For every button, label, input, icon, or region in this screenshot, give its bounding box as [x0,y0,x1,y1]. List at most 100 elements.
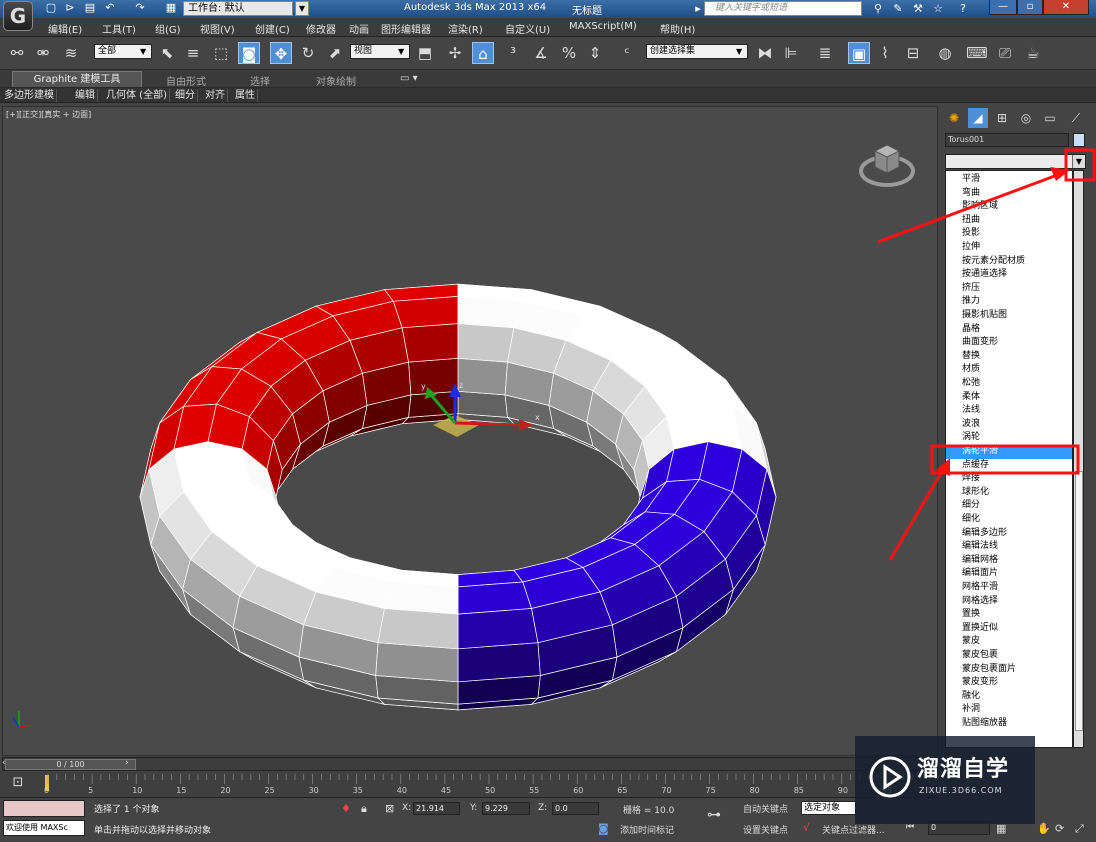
time-slider[interactable]: ‹ 0 / 100 › [2,757,938,771]
modifier-item[interactable]: 晶格 [946,323,1072,337]
modifier-item[interactable]: 按元素分配材质 [946,255,1072,269]
selection-lock-icon[interactable]: 🔒︎ [361,802,367,816]
object-name-field[interactable]: Torus001 [945,133,1069,147]
modifier-item[interactable]: 细化 [946,513,1072,527]
modifier-item[interactable]: 蒙皮包裹 [946,649,1072,663]
modifier-item[interactable]: 网格平滑 [946,581,1072,595]
save-file-icon[interactable]: ▤ [83,1,97,15]
percent-snap-icon[interactable]: % [558,42,580,64]
align-icon[interactable]: ⊫ [780,42,802,64]
keyword-search-input[interactable]: 键入关键字或短语 [704,1,862,16]
modifier-item[interactable]: 蒙皮包裹面片 [946,663,1072,677]
key-filters-button[interactable]: 关键点过滤器... [822,823,885,836]
panel-geometry-all[interactable]: 几何体 (全部) [104,89,170,102]
scrollbar-thumb[interactable] [1075,471,1083,731]
select-and-rotate-icon[interactable]: ↻ [297,42,319,64]
graphite-toggle-icon[interactable]: ▣ [848,42,870,64]
select-and-scale-icon[interactable]: ⬈ [324,42,346,64]
modifier-item[interactable]: 融化 [946,690,1072,704]
menu-create[interactable]: 创建(C) [255,21,290,36]
motion-tab-icon[interactable]: ◎ [1016,108,1036,128]
modifier-item[interactable]: 扭曲 [946,214,1072,228]
welcome-text[interactable]: 欢迎使用 MAXSc [3,820,85,836]
modifier-item[interactable]: 编辑多边形 [946,527,1072,541]
tab-freeform[interactable]: 自由形式 [166,73,206,88]
communication-icon[interactable]: ⚒ [910,1,926,16]
menu-help[interactable]: 帮助(H) [660,21,695,36]
modifier-item[interactable]: 拉伸 [946,241,1072,255]
rendered-frame-icon[interactable]: ⎚ [994,42,1016,64]
render-setup-icon[interactable]: ⌨ [966,42,988,64]
menu-modifiers[interactable]: 修改器 [306,21,336,36]
open-file-icon[interactable]: ⊳ [63,1,77,15]
binoculars-icon[interactable]: ⚲ [870,1,886,16]
link-icon[interactable]: ⚯ [6,42,28,64]
modifier-item[interactable]: 平滑 [946,173,1072,187]
x-coord-field[interactable]: 21.914 [413,802,460,815]
modifier-item[interactable]: 贴图缩放器 [946,717,1072,731]
viewport-label[interactable]: [+][正交][真实 + 边面] [6,109,91,120]
menu-customize[interactable]: 自定义(U) [505,21,550,36]
track-bar[interactable]: ⊡ 05101520253035404550556065707580859095… [0,772,941,798]
project-folder-icon[interactable]: ▦ [164,1,178,15]
menu-animation[interactable]: 动画 [349,21,369,36]
modifier-item[interactable]: 球形化 [946,486,1072,500]
key-icon[interactable]: ⊶ [707,807,721,823]
time-slider-thumb[interactable]: 0 / 100 [5,759,136,770]
rectangular-selection-icon[interactable]: ⬚ [210,42,232,64]
tab-selection[interactable]: 选择 [250,73,270,88]
app-logo-button[interactable]: G [3,1,33,31]
help-icon[interactable]: ? [955,1,971,16]
modifier-list[interactable]: 平滑 弯曲 影响区域 扭曲 投影 拉伸 按元素分配材质 按通道选择 挤压 推力 摄影机贴图 晶格 曲面变… [945,170,1073,748]
new-file-icon[interactable]: ▢ [44,1,58,15]
workspace-arrow-icon[interactable]: ▼ [295,1,309,16]
modifier-item[interactable]: 补洞 [946,703,1072,717]
hierarchy-tab-icon[interactable]: ⊞ [992,108,1012,128]
menu-tools[interactable]: 工具(T) [102,21,136,36]
snaps-toggle-icon[interactable]: ³ [502,42,524,64]
menu-edit[interactable]: 编辑(E) [48,21,82,36]
modifier-item[interactable]: 影响区域 [946,200,1072,214]
favorites-star-icon[interactable]: ☆ [930,1,946,16]
tab-object-paint[interactable]: 对象绘制 [316,73,356,88]
modifier-item[interactable]: 网格选择 [946,595,1072,609]
menu-rendering[interactable]: 渲染(R) [448,21,483,36]
select-and-move-icon[interactable]: ✥ [270,42,292,64]
y-coord-field[interactable]: 9.229 [482,802,530,815]
layer-manager-icon[interactable]: ≣ [814,42,836,64]
modifier-item[interactable]: 置换近似 [946,622,1072,636]
add-time-tag[interactable]: 添加时间标记 [620,823,674,836]
maximize-button[interactable]: ▫ [1017,0,1043,15]
undo-icon[interactable]: ↶ [103,1,117,15]
modifier-list-scrollbar[interactable] [1073,170,1084,748]
orbit-icon[interactable]: ⟳ [1055,822,1064,835]
modifier-item[interactable]: 摄影机贴图 [946,309,1072,323]
modifier-item[interactable]: 投影 [946,227,1072,241]
panel-align[interactable]: 对齐 [203,89,228,102]
next-frame-icon[interactable]: › [125,758,129,768]
subscription-icon[interactable]: ✎ [890,1,906,16]
select-object-icon[interactable]: ⬉ [156,42,178,64]
gizmo-x-axis[interactable] [454,421,524,427]
schematic-view-icon[interactable]: ⊟ [902,42,924,64]
key-selection-dropdown[interactable]: 选定对象 [801,801,856,815]
material-editor-icon[interactable]: ◍ [934,42,956,64]
spinner-snap-icon[interactable]: ⇕ [584,42,606,64]
window-crossing-icon[interactable]: ◙ [238,42,260,64]
torus-object[interactable] [139,283,777,711]
redo-icon[interactable]: ↷ [133,1,147,15]
close-button[interactable]: ✕ [1043,0,1089,15]
modifier-item[interactable]: 弯曲 [946,187,1072,201]
modifier-item[interactable]: 柔体 [946,391,1072,405]
modifier-item[interactable]: 涡轮 [946,431,1072,445]
menu-group[interactable]: 组(G) [155,21,181,36]
angle-snap-icon[interactable]: ∡ [530,42,552,64]
menu-graph-editors[interactable]: 图形编辑器 [381,21,431,36]
modifier-item[interactable]: 置换 [946,608,1072,622]
modifier-item[interactable]: 波浪 [946,418,1072,432]
panel-polygon-modeling[interactable]: 多边形建模 [2,89,57,102]
unlink-icon[interactable]: ⚮ [32,42,54,64]
minimize-button[interactable]: — [989,0,1017,15]
edit-named-selection-icon[interactable]: ᶜ [616,42,638,64]
modifier-item[interactable]: 挤压 [946,282,1072,296]
